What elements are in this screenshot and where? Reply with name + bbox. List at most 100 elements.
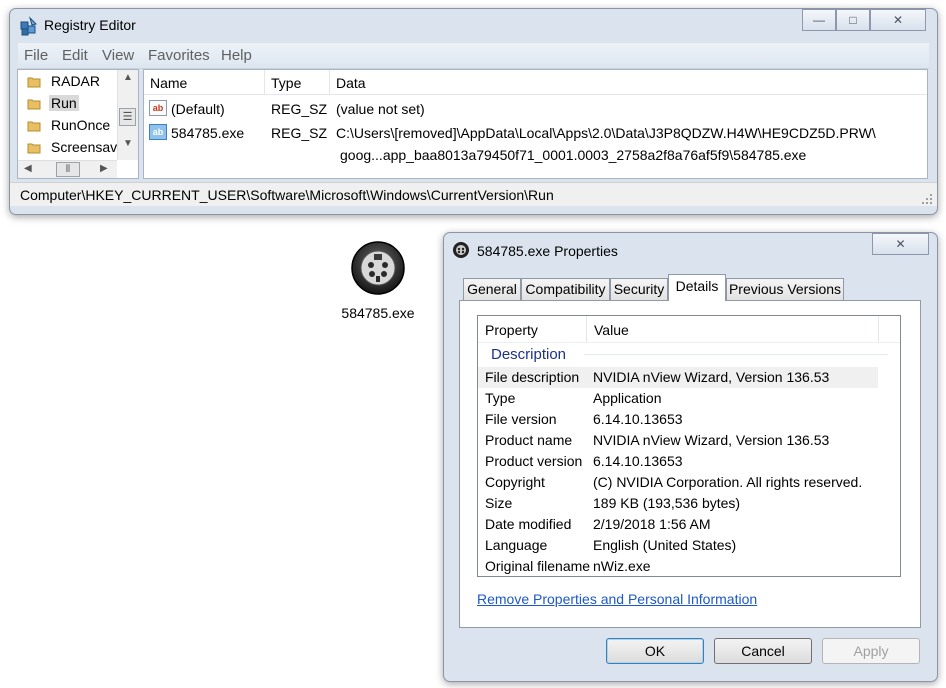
property-row[interactable]: Date modified 2/19/2018 1:56 AM xyxy=(478,514,878,535)
menu-edit[interactable]: Edit xyxy=(62,47,88,64)
registry-editor-icon xyxy=(20,16,37,36)
property-value: English (United States) xyxy=(593,537,737,553)
tab-compatibility[interactable]: Compatibility xyxy=(521,278,610,300)
minimize-icon: — xyxy=(813,13,825,27)
tree-item-screensav[interactable]: Screensav xyxy=(24,138,118,158)
scroll-right-icon[interactable]: ▶ xyxy=(100,163,108,174)
resize-grip-icon[interactable] xyxy=(921,193,933,205)
remove-properties-link[interactable]: Remove Properties and Personal Informati… xyxy=(477,591,757,607)
properties-title: 584785.exe Properties xyxy=(477,243,618,259)
close-button[interactable]: ✕ xyxy=(870,9,926,31)
properties-close-button[interactable]: ✕ xyxy=(872,233,929,255)
tree-vertical-scrollbar[interactable]: ▲ ☰ ▼ xyxy=(117,70,138,160)
property-row[interactable]: Type Application xyxy=(478,388,878,409)
column-name[interactable]: Name xyxy=(144,70,265,94)
menu-file[interactable]: File xyxy=(24,47,48,64)
tab-security[interactable]: Security xyxy=(610,278,668,300)
tree-item-label: Run xyxy=(49,95,79,111)
close-icon: ✕ xyxy=(892,13,904,27)
scroll-hthumb[interactable]: ⦀ xyxy=(56,162,80,177)
column-data[interactable]: Data xyxy=(330,70,927,94)
file-type-icon xyxy=(453,242,469,258)
property-row[interactable]: Language English (United States) xyxy=(478,535,878,556)
registry-title: Registry Editor xyxy=(44,17,136,33)
property-name: Product version xyxy=(485,453,583,469)
tree-item-run[interactable]: Run xyxy=(24,94,114,114)
tab-previous-versions[interactable]: Previous Versions xyxy=(726,278,844,300)
property-row[interactable]: File description NVIDIA nView Wizard, Ve… xyxy=(478,367,878,388)
column-property[interactable]: Property xyxy=(478,316,587,342)
property-row[interactable]: Copyright (C) NVIDIA Corporation. All ri… xyxy=(478,472,878,493)
value-row-default[interactable]: ab (Default) REG_SZ (value not set) xyxy=(144,97,927,119)
property-row[interactable]: Product name NVIDIA nView Wizard, Versio… xyxy=(478,430,878,451)
property-name: Product name xyxy=(485,432,573,448)
svideo-connector-icon xyxy=(351,241,405,295)
value-name: 584785.exe xyxy=(171,125,245,141)
key-path: Computer\HKEY_CURRENT_USER\Software\Micr… xyxy=(20,187,554,203)
group-divider xyxy=(584,354,888,355)
property-value: (C) NVIDIA Corporation. All rights reser… xyxy=(593,474,863,490)
scroll-up-icon[interactable]: ▲ xyxy=(123,72,133,83)
reg-sz-icon: ab xyxy=(149,100,167,116)
property-value: 6.14.10.13653 xyxy=(593,453,683,469)
value-data: (value not set) xyxy=(336,101,425,117)
close-icon: ✕ xyxy=(895,237,906,251)
header-divider xyxy=(144,94,927,95)
tab-general[interactable]: General xyxy=(463,278,521,300)
property-row[interactable]: Product version 6.14.10.13653 xyxy=(478,451,878,472)
menu-favorites[interactable]: Favorites xyxy=(148,47,210,64)
value-data-continued: goog...app_baa8013a79450f71_0001.0003_27… xyxy=(340,147,807,163)
property-name: File description xyxy=(485,369,580,385)
property-row[interactable]: File version 6.14.10.13653 xyxy=(478,409,878,430)
property-row[interactable]: Size 189 KB (193,536 bytes) xyxy=(478,493,878,514)
maximize-button[interactable]: □ xyxy=(836,9,870,31)
property-name: Language xyxy=(485,537,548,553)
menu-view[interactable]: View xyxy=(102,47,134,64)
menu-help[interactable]: Help xyxy=(221,47,252,64)
value-row-584785[interactable]: ab 584785.exe REG_SZ C:\Users\[removed]\… xyxy=(144,121,927,167)
desktop-file-icon[interactable]: 584785.exe xyxy=(337,240,419,330)
apply-button[interactable]: Apply xyxy=(822,638,920,664)
folder-icon xyxy=(27,121,41,132)
property-row[interactable]: Original filename nWiz.exe xyxy=(478,556,878,576)
property-value: nWiz.exe xyxy=(593,558,651,574)
folder-icon xyxy=(27,143,41,154)
property-value: Application xyxy=(593,390,662,406)
property-value: NVIDIA nView Wizard, Version 136.53 xyxy=(593,432,830,448)
property-name: Copyright xyxy=(485,474,545,490)
value-data: C:\Users\[removed]\AppData\Local\Apps\2.… xyxy=(336,125,876,141)
column-type[interactable]: Type xyxy=(265,70,330,94)
group-description: Description xyxy=(491,346,567,363)
cancel-button[interactable]: Cancel xyxy=(714,638,812,664)
property-value: 189 KB (193,536 bytes) xyxy=(593,495,741,511)
maximize-icon: □ xyxy=(849,13,857,27)
property-value: NVIDIA nView Wizard, Version 136.53 xyxy=(593,369,830,385)
properties-list: Property Value Description File descript… xyxy=(477,315,901,577)
column-value[interactable]: Value xyxy=(587,316,879,342)
tree-item-radar[interactable]: RADAR xyxy=(24,72,114,92)
tree-item-label: Screensav xyxy=(51,139,118,155)
minimize-button[interactable]: — xyxy=(802,9,836,31)
scroll-down-icon[interactable]: ▼ xyxy=(123,138,133,149)
properties-titlebar[interactable]: 584785.exe Properties ✕ xyxy=(444,233,937,263)
tab-details[interactable]: Details xyxy=(668,274,726,301)
reg-sz-icon: ab xyxy=(149,124,167,140)
property-name: Size xyxy=(485,495,513,511)
value-type: REG_SZ xyxy=(271,101,328,117)
desktop-icon-label: 584785.exe xyxy=(341,305,415,321)
tree-horizontal-scrollbar[interactable]: ◀ ⦀ ▶ xyxy=(18,160,117,178)
scroll-thumb[interactable]: ☰ xyxy=(119,108,136,126)
scroll-left-icon[interactable]: ◀ xyxy=(24,163,32,174)
tree-item-runonce[interactable]: RunOnce xyxy=(24,116,114,136)
property-name: Date modified xyxy=(485,516,572,532)
header-divider xyxy=(478,342,900,343)
folder-icon xyxy=(27,99,41,110)
folder-icon xyxy=(27,77,41,88)
key-tree-pane: RADAR Run RunOnce Screensav ▲ ☰ ▼ ◀ ⦀ ▶ xyxy=(17,69,139,179)
ok-button[interactable]: OK xyxy=(606,638,704,664)
property-value: 6.14.10.13653 xyxy=(593,411,683,427)
registry-titlebar[interactable]: Registry Editor — □ ✕ xyxy=(10,9,937,39)
property-value: 2/19/2018 1:56 AM xyxy=(593,516,711,532)
tree-item-label: RADAR xyxy=(51,73,101,89)
property-name: Original filename xyxy=(485,558,591,574)
